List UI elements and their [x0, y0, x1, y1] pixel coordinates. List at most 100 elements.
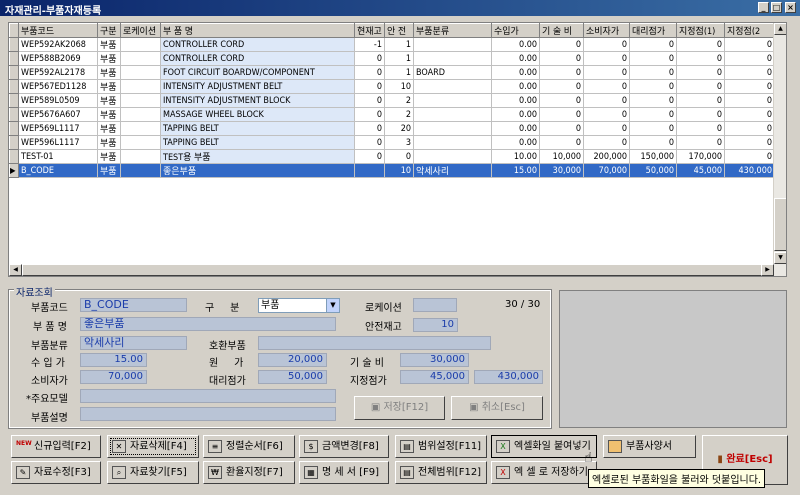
table-cell[interactable]: 0 — [539, 93, 584, 108]
save-button[interactable]: ▣ 저장[F12] — [354, 396, 445, 420]
table-cell[interactable]: 10 — [384, 79, 414, 94]
table-cell[interactable]: CONTROLLER CORD — [160, 37, 355, 52]
category-field[interactable]: 악세사리 — [80, 336, 187, 350]
agency-price-field[interactable]: 50,000 — [258, 370, 327, 384]
table-cell[interactable]: 0 — [354, 107, 385, 122]
col-header[interactable]: 지정점(1) — [676, 23, 725, 38]
table-cell[interactable]: TEST용 부품 — [160, 149, 355, 164]
table-cell[interactable] — [120, 163, 161, 178]
table-cell[interactable]: 2 — [384, 93, 414, 108]
table-cell[interactable]: WEP588B2069 — [18, 51, 98, 66]
table-row[interactable]: WEP592AL2178 부품 FOOT CIRCUIT BOARDW/COMPON… — [9, 65, 775, 80]
table-cell[interactable]: 0 — [583, 135, 630, 150]
table-cell[interactable]: TEST-01 — [18, 149, 98, 164]
table-cell[interactable]: 부품 — [97, 37, 121, 52]
table-cell[interactable]: 0 — [354, 79, 385, 94]
row-indicator[interactable] — [9, 37, 19, 52]
table-cell[interactable]: 15.00 — [491, 163, 540, 178]
table-cell[interactable]: 0 — [629, 107, 677, 122]
table-cell[interactable]: 430,000 — [724, 163, 775, 178]
table-cell[interactable]: 부품 — [97, 121, 121, 136]
excel-import-button[interactable]: X 엑셀화일 붙여넣기 — [491, 435, 597, 458]
table-cell[interactable]: 10.00 — [491, 149, 540, 164]
excel-save-button[interactable]: X엑 셀 로 저장하기 — [491, 461, 597, 484]
table-cell[interactable]: B_CODE — [18, 163, 98, 178]
table-cell[interactable] — [413, 51, 492, 66]
table-cell[interactable]: 150,000 — [629, 149, 677, 164]
scroll-left-icon[interactable]: ◀ — [9, 264, 22, 276]
table-cell[interactable]: 0 — [384, 149, 414, 164]
table-cell[interactable]: 0 — [724, 79, 775, 94]
table-cell[interactable]: WEP589L0509 — [18, 93, 98, 108]
table-cell[interactable]: MASSAGE WHEEL BLOCK — [160, 107, 355, 122]
table-row[interactable]: ▶ B_CODE 부품 좋은부품 10 악세사리 15.00 30,000 70,000 50,0… — [9, 163, 775, 178]
table-cell[interactable]: 20 — [384, 121, 414, 136]
close-icon[interactable]: × — [785, 2, 796, 13]
tech-fee-field[interactable]: 30,000 — [400, 353, 469, 367]
horizontal-scroll-thumb[interactable] — [22, 264, 762, 276]
maximize-icon[interactable]: □ — [771, 2, 782, 13]
table-cell[interactable]: 0 — [539, 135, 584, 150]
table-cell[interactable] — [120, 37, 161, 52]
table-cell[interactable]: 0 — [629, 79, 677, 94]
col-header[interactable]: 수입가 — [491, 23, 540, 38]
table-cell[interactable]: 0 — [676, 51, 725, 66]
col-header[interactable]: 지정점(2 — [724, 23, 775, 38]
table-cell[interactable]: 0 — [539, 65, 584, 80]
table-cell[interactable]: 0 — [583, 51, 630, 66]
table-cell[interactable]: 0.00 — [491, 65, 540, 80]
table-cell[interactable]: 1 — [384, 37, 414, 52]
table-cell[interactable]: 0 — [539, 121, 584, 136]
table-cell[interactable]: 0 — [629, 93, 677, 108]
table-cell[interactable]: 0.00 — [491, 51, 540, 66]
part-spec-button[interactable]: 부품사양서 — [603, 435, 696, 458]
type-select[interactable]: 부품 ▼ — [258, 298, 340, 313]
table-cell[interactable]: 0 — [354, 121, 385, 136]
cost-field[interactable]: 20,000 — [258, 353, 327, 367]
all-range-button[interactable]: ▤ 전체범위[F12] — [395, 461, 487, 484]
table-cell[interactable]: 0.00 — [491, 135, 540, 150]
parts-grid[interactable]: 부품코드 구분 로케이션 부 품 명 현재고 안 전 부품분류 수입가 기 술 … — [8, 22, 787, 277]
table-cell[interactable]: WEP596L1117 — [18, 135, 98, 150]
table-cell[interactable]: 0 — [676, 107, 725, 122]
designated-price-field-2[interactable]: 430,000 — [474, 370, 543, 384]
table-cell[interactable] — [120, 51, 161, 66]
row-indicator[interactable] — [9, 65, 19, 80]
table-row[interactable]: TEST-01 부품 TEST용 부품 0 0 10.00 10,000 200,000 150… — [9, 149, 775, 164]
find-button[interactable]: ⌕ 자료찾기[F5] — [107, 461, 199, 484]
table-cell[interactable]: 0 — [676, 65, 725, 80]
table-cell[interactable]: 200,000 — [583, 149, 630, 164]
row-indicator[interactable] — [9, 135, 19, 150]
chevron-down-icon[interactable]: ▼ — [326, 299, 339, 312]
scroll-down-icon[interactable]: ▼ — [774, 252, 786, 264]
table-cell[interactable]: TAPPING BELT — [160, 135, 355, 150]
table-cell[interactable]: 좋은부품 — [160, 163, 355, 178]
table-cell[interactable]: FOOT CIRCUIT BOARDW/COMPONENT — [160, 65, 355, 80]
table-cell[interactable]: 10,000 — [539, 149, 584, 164]
table-cell[interactable]: 0 — [539, 37, 584, 52]
table-cell[interactable]: 0 — [354, 135, 385, 150]
table-row[interactable]: WEP567ED1128 부품 INTENSITY ADJUSTMENT BELT 0… — [9, 79, 775, 94]
table-cell[interactable]: 0 — [629, 37, 677, 52]
table-cell[interactable]: 0 — [583, 79, 630, 94]
designated-price-field-1[interactable]: 45,000 — [400, 370, 469, 384]
cancel-button[interactable]: ▣ 취소[Esc] — [451, 396, 543, 420]
table-cell[interactable]: 0 — [629, 121, 677, 136]
table-cell[interactable] — [120, 107, 161, 122]
row-indicator[interactable] — [9, 149, 19, 164]
col-header[interactable]: 현재고 — [354, 23, 385, 38]
safety-stock-field[interactable]: 10 — [413, 318, 458, 332]
scroll-up-icon[interactable]: ▲ — [774, 23, 786, 35]
table-cell[interactable]: 45,000 — [676, 163, 725, 178]
table-cell[interactable]: 10 — [384, 163, 414, 178]
table-cell[interactable]: TAPPING BELT — [160, 121, 355, 136]
table-cell[interactable] — [120, 121, 161, 136]
table-cell[interactable] — [120, 79, 161, 94]
table-row[interactable]: WEP596L1117 부품 TAPPING BELT 0 3 0.00 0 0 0 0 0 — [9, 135, 775, 150]
table-cell[interactable]: 0 — [676, 135, 725, 150]
table-cell[interactable]: INTENSITY ADJUSTMENT BLOCK — [160, 93, 355, 108]
col-header[interactable]: 부 품 명 — [160, 23, 355, 38]
grid-horizontal-scrollbar[interactable]: ◀ ▶ — [9, 264, 786, 276]
code-field[interactable]: B_CODE — [80, 298, 187, 312]
table-cell[interactable] — [413, 107, 492, 122]
